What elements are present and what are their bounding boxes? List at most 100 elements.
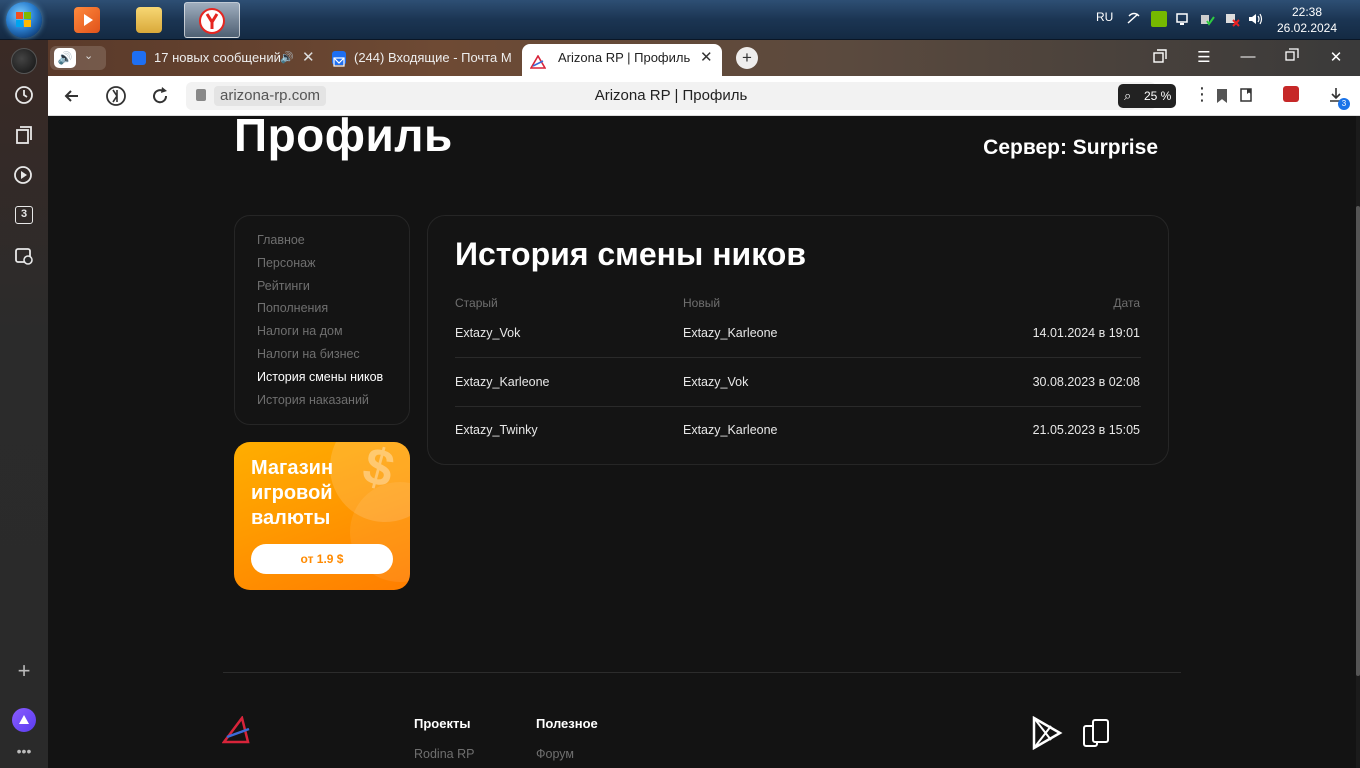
cell-new-nick: Extazy_Karleone bbox=[683, 326, 778, 340]
restore-icon[interactable] bbox=[1282, 48, 1302, 66]
screenshot-icon[interactable] bbox=[13, 245, 35, 267]
yandex-home-button[interactable] bbox=[104, 84, 128, 108]
volume-icon[interactable] bbox=[1247, 11, 1263, 27]
audio-control[interactable]: 🔊 ⌄ bbox=[50, 46, 106, 70]
tab-messages[interactable]: 17 новых сообщений 🔊 ✕ bbox=[124, 44, 320, 76]
tab-close-icon[interactable]: ✕ bbox=[302, 44, 315, 72]
tab-mail[interactable]: (244) Входящие - Почта М bbox=[324, 44, 518, 76]
tab-title: (244) Входящие - Почта М bbox=[354, 50, 512, 65]
speaker-icon: 🔊 bbox=[54, 48, 76, 68]
cell-date: 14.01.2024 в 19:01 bbox=[1032, 326, 1140, 340]
tab-title: Arizona RP | Профиль bbox=[558, 50, 691, 65]
taskbar-media-player[interactable] bbox=[60, 2, 116, 38]
scrollbar-thumb[interactable] bbox=[1356, 206, 1360, 676]
reload-button[interactable] bbox=[148, 84, 172, 108]
footer-useful-heading: Полезное bbox=[536, 716, 598, 731]
windows-taskbar: RU 22:38 26.02.2024 bbox=[0, 0, 1360, 40]
footer-divider bbox=[223, 672, 1181, 673]
shop-price-button[interactable]: от 1.9 $ bbox=[251, 544, 393, 574]
column-date: Дата bbox=[1113, 296, 1140, 310]
menu-item-business-taxes[interactable]: Налоги на бизнес bbox=[257, 347, 360, 361]
alice-assistant-icon[interactable] bbox=[12, 708, 36, 732]
row-divider bbox=[455, 406, 1141, 407]
more-icon[interactable]: ••• bbox=[13, 740, 35, 762]
tab-manager-icon[interactable] bbox=[1150, 48, 1170, 68]
arizona-logo-icon[interactable] bbox=[221, 715, 252, 744]
video-icon[interactable] bbox=[13, 164, 35, 186]
menu-item-deposits[interactable]: Пополнения bbox=[257, 301, 328, 315]
address-bar: arizona-rp.com Arizona RP | Профиль ⌕ 25… bbox=[48, 76, 1360, 116]
menu-item-punishments[interactable]: История наказаний bbox=[257, 393, 369, 407]
start-button[interactable] bbox=[6, 2, 42, 38]
messenger-favicon-icon bbox=[132, 51, 146, 65]
url-field[interactable]: arizona-rp.com Arizona RP | Профиль bbox=[186, 82, 1227, 110]
footer-link-forum[interactable]: Форум bbox=[536, 747, 574, 761]
collections-icon[interactable] bbox=[13, 124, 35, 146]
zoom-value: 25 % bbox=[1144, 89, 1172, 103]
menu-item-main[interactable]: Главное bbox=[257, 233, 305, 247]
nvidia-icon[interactable] bbox=[1151, 11, 1167, 27]
back-button[interactable] bbox=[60, 84, 84, 108]
safely-remove-icon[interactable] bbox=[1199, 11, 1215, 27]
nick-history-card: История смены ников Старый Новый Дата Ex… bbox=[427, 215, 1169, 465]
chevron-down-icon: ⌄ bbox=[84, 50, 94, 62]
column-old: Старый bbox=[455, 296, 498, 310]
nick-history-title: История смены ников bbox=[455, 236, 806, 272]
app-store-icon[interactable] bbox=[1081, 716, 1113, 750]
currency-shop-card[interactable]: $ Магазин игровой валюты от 1.9 $ bbox=[234, 442, 410, 590]
yandex-browser-icon bbox=[199, 8, 225, 34]
taskbar-explorer[interactable] bbox=[122, 2, 178, 38]
tab-arizona-profile[interactable]: Arizona RP | Профиль ✕ bbox=[522, 44, 722, 76]
tab-title: 17 новых сообщений bbox=[154, 50, 281, 65]
new-tab-button[interactable]: + bbox=[736, 47, 758, 69]
menu-item-nick-history[interactable]: История смены ников bbox=[257, 370, 383, 384]
url-page-title: Arizona RP | Профиль bbox=[594, 87, 748, 104]
zoom-indicator[interactable]: ⌕ 25 % bbox=[1118, 84, 1176, 108]
downloads-badge: 3 bbox=[1338, 98, 1350, 110]
mail-favicon-icon bbox=[332, 51, 346, 67]
arizona-favicon-icon bbox=[529, 51, 547, 69]
cell-old-nick: Extazy_Karleone bbox=[455, 375, 550, 389]
tab-audio-icon[interactable]: 🔊 bbox=[280, 44, 294, 72]
extension-icon[interactable] bbox=[1283, 86, 1301, 104]
google-play-icon[interactable] bbox=[1031, 715, 1063, 751]
menu-item-house-taxes[interactable]: Налоги на дом bbox=[257, 324, 343, 338]
tabs-counter-icon[interactable]: 3 bbox=[13, 204, 35, 226]
device-icon[interactable] bbox=[1175, 11, 1191, 27]
footer-link-rodina[interactable]: Rodina RP bbox=[414, 747, 474, 761]
menu-icon[interactable]: ☰ bbox=[1194, 48, 1214, 66]
network-error-icon[interactable] bbox=[1224, 11, 1240, 27]
page-title: Профиль bbox=[234, 116, 453, 161]
minimize-icon[interactable]: — bbox=[1238, 48, 1258, 65]
server-label: Сервер: Surprise bbox=[983, 136, 1158, 159]
network-icon[interactable] bbox=[1126, 11, 1142, 27]
system-clock[interactable]: 22:38 26.02.2024 bbox=[1272, 4, 1342, 36]
zoom-magnifier-icon: ⌕ bbox=[1124, 88, 1132, 103]
cell-date: 30.08.2023 в 02:08 bbox=[1032, 375, 1140, 389]
tab-strip: 🔊 ⌄ 17 новых сообщений 🔊 ✕ (244) Входящи… bbox=[48, 40, 1360, 76]
cell-old-nick: Extazy_Twinky bbox=[455, 423, 538, 437]
cell-new-nick: Extazy_Vok bbox=[683, 375, 749, 389]
page-content: Профиль Сервер: Surprise Главное Персона… bbox=[48, 116, 1356, 768]
cell-old-nick: Extazy_Vok bbox=[455, 326, 521, 340]
tab-close-icon[interactable]: ✕ bbox=[700, 44, 713, 72]
taskbar-yandex-browser[interactable] bbox=[184, 2, 240, 38]
profile-avatar[interactable] bbox=[11, 48, 37, 74]
browser-side-panel: 3 + ••• bbox=[0, 40, 48, 768]
menu-item-character[interactable]: Персонаж bbox=[257, 256, 315, 270]
language-indicator[interactable]: RU bbox=[1096, 10, 1113, 24]
close-window-icon[interactable]: ✕ bbox=[1326, 48, 1346, 66]
column-new: Новый bbox=[683, 296, 721, 310]
shop-title: Магазин игровой валюты bbox=[251, 457, 334, 529]
history-icon[interactable] bbox=[13, 84, 35, 106]
menu-item-ratings[interactable]: Рейтинги bbox=[257, 279, 310, 293]
profile-menu: Главное Персонаж Рейтинги Пополнения Нал… bbox=[234, 215, 410, 425]
media-player-icon bbox=[74, 7, 100, 33]
tabs-counter: 3 bbox=[15, 206, 33, 224]
add-panel-icon[interactable]: + bbox=[13, 660, 35, 682]
folder-icon bbox=[136, 7, 162, 33]
bookmarks-panel-icon[interactable] bbox=[1239, 86, 1257, 104]
bookmark-icon[interactable] bbox=[1217, 89, 1227, 103]
more-options-icon[interactable]: ⋮ bbox=[1193, 84, 1211, 105]
page-scrollbar[interactable] bbox=[1356, 116, 1360, 768]
